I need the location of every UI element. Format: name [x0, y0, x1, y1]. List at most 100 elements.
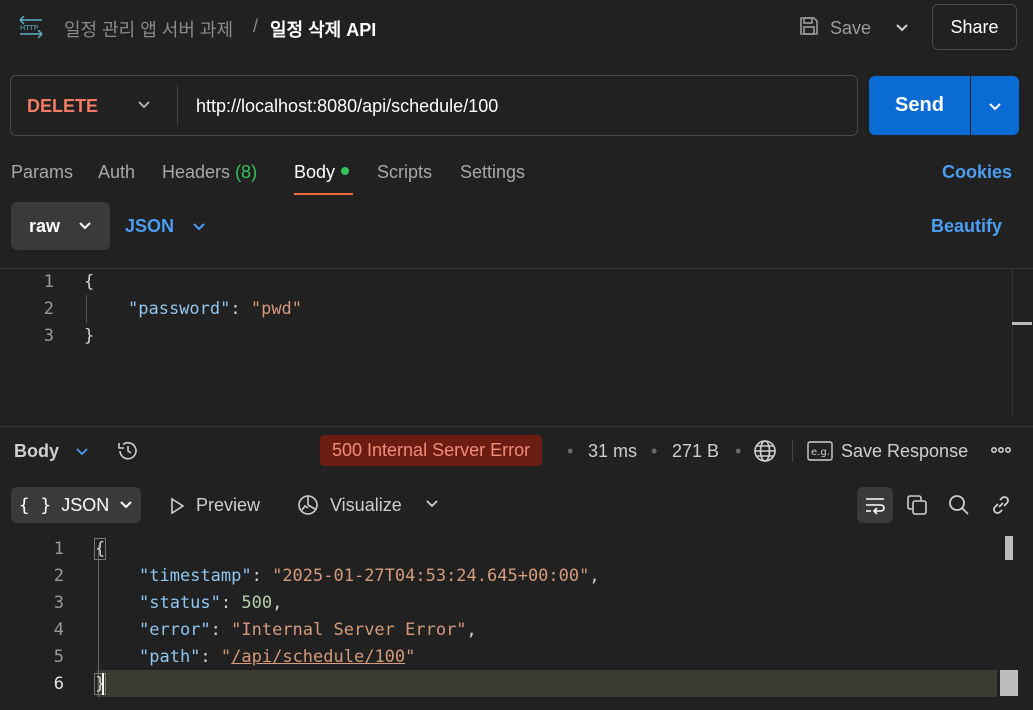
- line-number: 3: [53, 593, 64, 613]
- save-label: Save: [830, 17, 872, 38]
- chevron-down-icon: [193, 222, 205, 230]
- body-mode-label: raw: [28, 215, 61, 236]
- line-number: 6: [53, 674, 64, 694]
- body-mode-select[interactable]: raw: [11, 202, 110, 250]
- active-tab-indicator: [294, 193, 353, 195]
- svg-text:HTTP: HTTP: [20, 24, 38, 32]
- chevron-down-icon[interactable]: [74, 443, 90, 459]
- url-input[interactable]: http://localhost:8080/api/schedule/100: [196, 96, 498, 117]
- response-divider[interactable]: [0, 426, 1033, 427]
- json-quote: ": [220, 647, 232, 667]
- send-dropdown-button[interactable]: [971, 76, 1019, 135]
- json-key: "timestamp": [139, 566, 252, 586]
- status-badge[interactable]: 500 Internal Server Error: [320, 435, 543, 466]
- save-dropdown-button[interactable]: [888, 14, 916, 42]
- json-colon: :: [220, 593, 242, 613]
- line-number: 1: [53, 539, 64, 559]
- line-number: 1: [43, 272, 54, 292]
- indent-guide: [86, 295, 87, 323]
- search-icon[interactable]: [947, 493, 971, 517]
- chevron-down-icon: [989, 102, 1001, 110]
- tab-auth[interactable]: Auth: [98, 162, 135, 183]
- toolbar-separator: [792, 440, 793, 462]
- chevron-down-icon[interactable]: [424, 495, 444, 515]
- breadcrumb-collection[interactable]: 일정 관리 앱 서버 과제: [64, 16, 233, 42]
- json-comma: ,: [466, 620, 477, 640]
- meta-separator: •: [651, 441, 658, 461]
- tab-body[interactable]: Body: [294, 162, 350, 183]
- scrollbar-thumb[interactable]: [1012, 322, 1032, 325]
- visualize-button[interactable]: Visualize: [296, 493, 402, 517]
- editor-scrollbar[interactable]: [1012, 268, 1033, 416]
- text-cursor: [102, 673, 104, 695]
- request-title[interactable]: 일정 삭제 API: [270, 16, 376, 42]
- response-section-select[interactable]: Body: [14, 441, 59, 462]
- json-quote: ": [405, 647, 416, 667]
- json-comma: ,: [589, 566, 600, 586]
- json-value: "Internal Server Error": [231, 620, 467, 640]
- history-icon[interactable]: [116, 439, 140, 463]
- save-response-button[interactable]: Save Response: [841, 441, 968, 462]
- code-line[interactable]: "status": 500,: [139, 593, 282, 613]
- response-format-select[interactable]: { } JSON: [11, 487, 141, 523]
- active-line-highlight: [97, 670, 997, 697]
- json-value: "2025-01-27T04:53:24.645+00:00": [272, 566, 590, 586]
- breadcrumb-separator: /: [253, 16, 259, 36]
- wrap-icon: [866, 498, 885, 515]
- json-colon: :: [200, 647, 221, 667]
- code-open-brace[interactable]: {: [84, 272, 94, 292]
- chevron-down-icon[interactable]: [136, 96, 152, 112]
- cookies-link[interactable]: Cookies: [942, 162, 1012, 183]
- response-size[interactable]: 271 B: [672, 441, 719, 462]
- beautify-button[interactable]: Beautify: [931, 216, 1002, 237]
- json-comma: ,: [272, 593, 283, 613]
- scrollbar-marker[interactable]: [1000, 670, 1018, 696]
- json-key: "status": [139, 593, 221, 613]
- preview-button[interactable]: Preview: [168, 495, 260, 516]
- chevron-down-icon: [79, 222, 91, 230]
- preview-label: Preview: [196, 495, 261, 515]
- line-number: 3: [43, 326, 54, 346]
- code-line[interactable]: "error": "Internal Server Error",: [139, 620, 477, 640]
- code-line[interactable]: "timestamp": "2025-01-27T04:53:24.645+00…: [139, 566, 600, 586]
- more-options-icon[interactable]: [990, 441, 1012, 464]
- json-key: "password": [128, 299, 231, 319]
- code-open-brace[interactable]: {: [93, 538, 107, 560]
- tab-headers[interactable]: Headers (8): [162, 162, 257, 183]
- tab-body-label: Body: [294, 162, 336, 182]
- line-number: 4: [53, 620, 64, 640]
- json-colon: :: [210, 620, 232, 640]
- http-icon: HTTP: [18, 14, 44, 40]
- example-icon[interactable]: e.g.: [807, 441, 833, 461]
- share-button[interactable]: Share: [932, 4, 1017, 50]
- save-icon: [798, 15, 820, 42]
- json-value: "pwd": [250, 299, 303, 319]
- code-line[interactable]: "path": "/api/schedule/100": [139, 647, 415, 667]
- scrollbar-thumb[interactable]: [1005, 536, 1013, 560]
- body-language-select[interactable]: JSON: [125, 216, 206, 237]
- method-select[interactable]: DELETE: [27, 96, 98, 117]
- save-button[interactable]: Save: [798, 14, 871, 42]
- response-format-label: JSON: [61, 494, 110, 515]
- tab-scripts[interactable]: Scripts: [377, 162, 432, 183]
- send-button[interactable]: Send: [869, 76, 970, 135]
- code-close-brace[interactable]: }: [84, 326, 94, 346]
- globe-icon[interactable]: [752, 438, 778, 464]
- chevron-down-icon: [120, 501, 132, 509]
- tab-settings[interactable]: Settings: [460, 162, 525, 183]
- line-number: 2: [53, 566, 64, 586]
- json-key: "path": [139, 647, 201, 667]
- wrap-lines-button[interactable]: [857, 487, 893, 523]
- code-line[interactable]: "password": "pwd": [128, 299, 302, 319]
- json-colon: :: [251, 566, 273, 586]
- json-path-link[interactable]: /api/schedule/100: [231, 647, 405, 667]
- chevron-down-icon: [896, 24, 908, 32]
- line-number: 5: [53, 647, 64, 667]
- body-language-label: JSON: [125, 216, 175, 236]
- svg-text:e.g.: e.g.: [811, 447, 830, 458]
- line-number: 2: [43, 299, 54, 319]
- copy-icon[interactable]: [905, 493, 929, 517]
- tab-params[interactable]: Params: [11, 162, 73, 183]
- link-icon[interactable]: [989, 493, 1013, 517]
- response-time[interactable]: 31 ms: [588, 441, 637, 462]
